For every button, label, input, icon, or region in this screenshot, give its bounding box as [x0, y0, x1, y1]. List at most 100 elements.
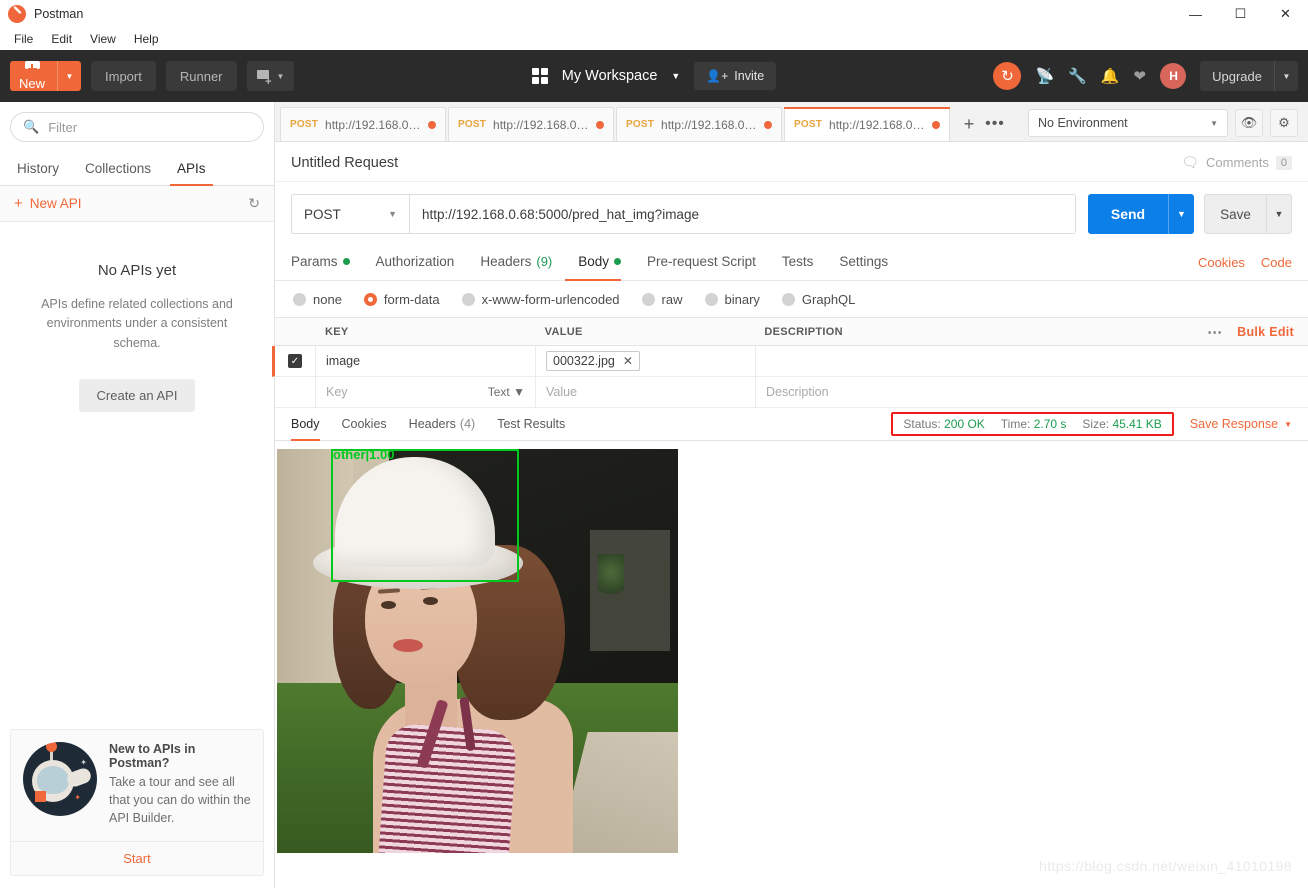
search-input[interactable] — [48, 119, 251, 135]
value-type-select[interactable]: Text ▼ — [488, 385, 525, 399]
create-api-button[interactable]: Create an API — [78, 379, 196, 413]
bell-icon[interactable]: 🔔 — [1101, 67, 1120, 85]
new-row-description-cell[interactable]: Description — [755, 377, 1095, 407]
tab-count: (9) — [536, 254, 553, 269]
row-key-cell[interactable]: image — [315, 346, 535, 376]
send-button[interactable]: Send — [1088, 194, 1168, 234]
save-response-button[interactable]: Save Response ▼ — [1190, 417, 1292, 431]
menu-file[interactable]: File — [6, 30, 41, 48]
url-row: POST ▼ Send ▼ Save ▼ — [275, 182, 1308, 244]
tab-body[interactable]: Body — [565, 244, 634, 281]
menu-help[interactable]: Help — [126, 30, 167, 48]
save-button[interactable]: Save — [1204, 194, 1266, 234]
avatar[interactable]: H — [1160, 63, 1187, 89]
sidebar-tab-history[interactable]: History — [4, 152, 72, 185]
new-button[interactable]: New ▼ — [10, 61, 82, 91]
close-icon[interactable]: ✕ — [1263, 0, 1308, 28]
row-description-cell[interactable] — [755, 346, 1095, 376]
body-type-form-data[interactable]: form-data — [363, 292, 440, 307]
remove-file-icon[interactable]: ✕ — [623, 354, 633, 368]
promo-start-link[interactable]: Start — [11, 841, 263, 875]
response-tab-test-results[interactable]: Test Results — [486, 408, 576, 441]
table-row[interactable]: ✓ image 000322.jpg ✕ — [272, 346, 1308, 377]
add-tab-button[interactable]: + — [956, 107, 982, 141]
cookies-link[interactable]: Cookies — [1198, 255, 1245, 270]
sidebar-tab-apis[interactable]: APIs — [164, 152, 219, 186]
radio-icon-selected — [363, 293, 377, 306]
satellite-icon[interactable]: 📡 — [1035, 67, 1054, 85]
code-link[interactable]: Code — [1261, 255, 1292, 270]
body-type-urlencoded[interactable]: x-www-form-urlencoded — [461, 292, 620, 307]
method-select[interactable]: POST ▼ — [291, 194, 409, 234]
new-row-key-cell[interactable]: Key Text ▼ — [315, 377, 535, 407]
environment-select[interactable]: No Environment ▼ — [1028, 109, 1228, 137]
response-tab-body[interactable]: Body — [291, 408, 331, 441]
menu-edit[interactable]: Edit — [43, 30, 80, 48]
tab-headers[interactable]: Headers (9) — [467, 244, 565, 280]
response-tab-headers[interactable]: Headers (4) — [398, 408, 487, 441]
response-tab-cookies[interactable]: Cookies — [331, 408, 398, 441]
file-chip[interactable]: 000322.jpg ✕ — [546, 351, 640, 371]
upgrade-button[interactable]: Upgrade ▼ — [1200, 61, 1298, 91]
runner-button[interactable]: Runner — [165, 61, 237, 91]
row-value-cell[interactable]: 000322.jpg ✕ — [535, 346, 755, 376]
sync-icon[interactable]: ↻ — [993, 62, 1022, 90]
tab-method: POST — [458, 119, 487, 130]
open-new-window-button[interactable]: ▼ — [246, 61, 295, 91]
tab-url: http://192.168.0.1... — [493, 117, 589, 132]
invite-button[interactable]: 👤+ Invite — [694, 62, 777, 90]
save-caret-icon[interactable]: ▼ — [1266, 194, 1292, 234]
upgrade-caret-icon[interactable]: ▼ — [1274, 61, 1298, 91]
radio-label: form-data — [383, 292, 440, 307]
new-description-placeholder: Description — [766, 385, 829, 399]
heart-icon[interactable]: ❤ — [1134, 67, 1147, 85]
tab-tests[interactable]: Tests — [769, 244, 827, 280]
wrench-icon[interactable]: 🔧 — [1068, 67, 1087, 85]
tab-method: POST — [290, 119, 319, 130]
tab-authorization[interactable]: Authorization — [363, 244, 468, 280]
request-tab[interactable]: POST http://192.168.0.1... — [448, 107, 614, 141]
import-button[interactable]: Import — [91, 61, 156, 91]
minimize-icon[interactable]: — — [1173, 0, 1218, 28]
body-type-none[interactable]: none — [293, 292, 342, 307]
body-type-binary[interactable]: binary — [704, 292, 760, 307]
new-window-icon — [256, 69, 272, 88]
body-type-raw[interactable]: raw — [641, 292, 683, 307]
new-button-caret-icon[interactable]: ▼ — [57, 61, 81, 91]
gear-icon[interactable]: ⚙ — [1270, 109, 1298, 137]
workspace-selector[interactable]: My Workspace ▼ 👤+ Invite — [531, 62, 777, 90]
menu-view[interactable]: View — [82, 30, 124, 48]
tab-label: Authorization — [375, 254, 455, 269]
sidebar-tab-collections[interactable]: Collections — [72, 152, 164, 185]
size-stat: Size: 45.41 KB — [1082, 417, 1161, 431]
radio-icon — [461, 293, 475, 306]
maximize-icon[interactable]: ☐ — [1218, 0, 1263, 28]
url-input[interactable] — [409, 194, 1076, 234]
body-type-graphql[interactable]: GraphQL — [781, 292, 855, 307]
tab-pre-request-script[interactable]: Pre-request Script — [634, 244, 769, 280]
new-row-value-cell[interactable]: Value — [535, 377, 755, 407]
request-tab-active[interactable]: POST http://192.168.0.6... — [784, 107, 950, 141]
response-body-preview: other|1.00 https://blog.csdn.net/weixin_… — [275, 441, 1308, 888]
eye-icon[interactable]: 👁 — [1235, 109, 1263, 137]
more-options-icon[interactable]: ⋯ — [1207, 323, 1223, 341]
new-api-button[interactable]: + New API — [14, 196, 82, 211]
tab-params[interactable]: Params — [291, 244, 363, 280]
size-label: Size: — [1082, 417, 1110, 431]
form-data-table: KEY VALUE DESCRIPTION ⋯ Bulk Edit ✓ imag… — [272, 317, 1308, 408]
tab-settings[interactable]: Settings — [826, 244, 901, 280]
send-caret-icon[interactable]: ▼ — [1168, 194, 1194, 234]
refresh-icon[interactable]: ↻ — [248, 195, 260, 212]
tabs-more-icon[interactable]: ••• — [982, 107, 1008, 141]
filter-box[interactable]: 🔍 — [10, 112, 264, 142]
table-row-new[interactable]: Key Text ▼ Value Description — [275, 377, 1308, 408]
body-type-radios: none form-data x-www-form-urlencoded raw… — [275, 281, 1308, 317]
request-tab[interactable]: POST http://192.168.0.6... — [616, 107, 782, 141]
bulk-edit-link[interactable]: Bulk Edit — [1237, 325, 1294, 339]
row-checkbox-cell[interactable]: ✓ — [275, 354, 315, 368]
request-tab[interactable]: POST http://192.168.0.1... — [280, 107, 446, 141]
checkbox-checked-icon[interactable]: ✓ — [288, 354, 302, 368]
radio-icon — [293, 293, 306, 306]
comments-button[interactable]: 🗨 Comments 0 — [1181, 154, 1292, 171]
